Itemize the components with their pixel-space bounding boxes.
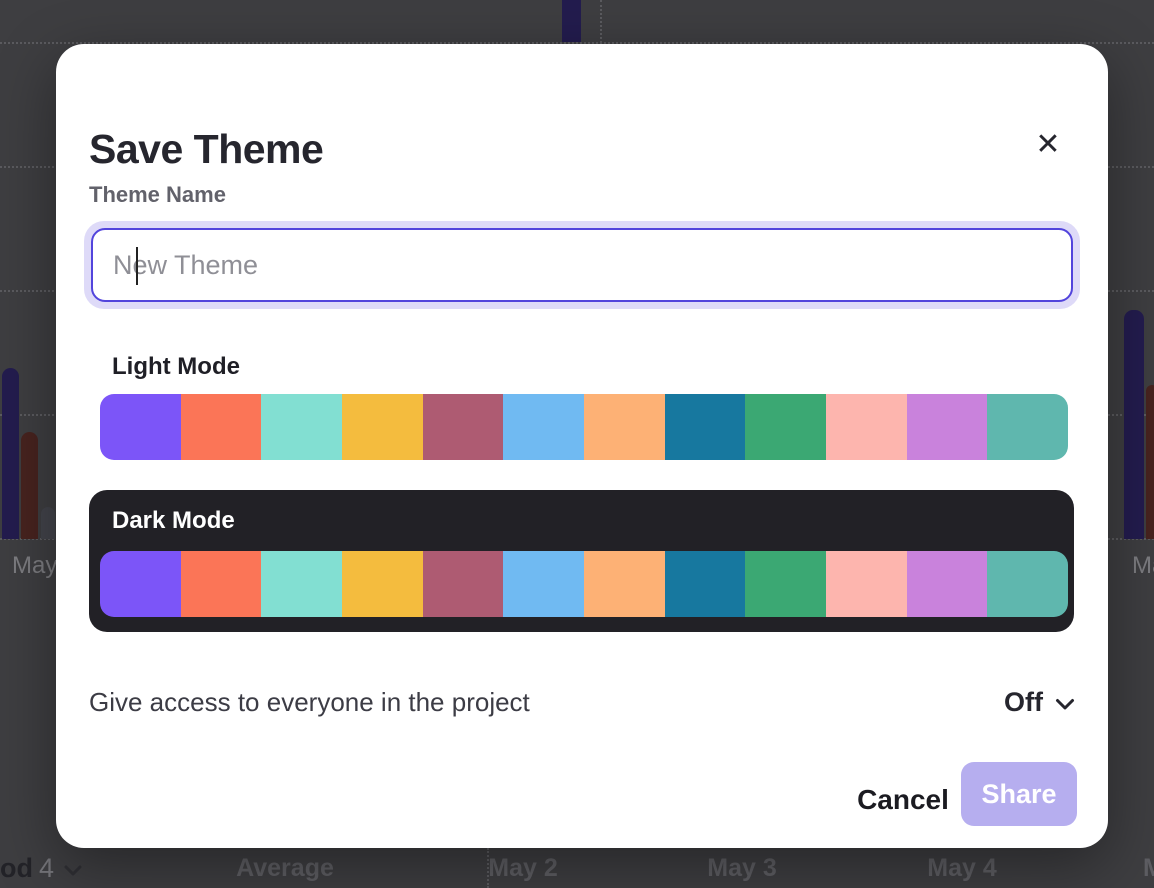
color-swatch <box>987 394 1068 460</box>
close-icon[interactable]: ✕ <box>1024 120 1072 168</box>
x-axis-label: Average <box>215 854 355 883</box>
color-swatch <box>181 394 262 460</box>
dark-mode-card[interactable]: Dark Mode <box>89 490 1074 632</box>
color-swatch <box>342 394 423 460</box>
color-swatch <box>100 394 181 460</box>
chart-bar <box>41 507 55 539</box>
color-swatch <box>665 551 746 617</box>
x-axis-label: May <box>12 552 57 580</box>
chevron-down-icon <box>64 865 82 877</box>
color-swatch <box>584 394 665 460</box>
color-swatch <box>342 551 423 617</box>
share-button[interactable]: Share <box>961 762 1077 826</box>
color-swatch <box>423 394 504 460</box>
text-caret <box>136 247 138 285</box>
color-swatch <box>261 394 342 460</box>
cancel-button[interactable]: Cancel <box>828 776 978 824</box>
color-swatch <box>503 394 584 460</box>
period-dropdown[interactable]: od4 <box>0 853 82 884</box>
color-swatch <box>826 394 907 460</box>
chart-bar <box>562 0 581 42</box>
access-value: Off <box>1004 687 1043 718</box>
color-swatch <box>826 551 907 617</box>
x-axis-label: May 4 <box>892 854 1032 883</box>
access-row: Give access to everyone in the project O… <box>89 680 1075 724</box>
color-swatch <box>181 551 262 617</box>
dark-mode-label: Dark Mode <box>112 507 235 535</box>
chart-gridline <box>600 0 602 43</box>
color-swatch <box>584 551 665 617</box>
dialog-title: Save Theme <box>89 126 323 173</box>
access-label: Give access to everyone in the project <box>89 687 530 718</box>
theme-name-focus-ring <box>84 221 1080 309</box>
x-axis-label: Ma <box>1132 552 1154 580</box>
theme-name-input[interactable] <box>91 228 1073 302</box>
color-swatch <box>665 394 746 460</box>
chart-bar <box>1124 310 1144 539</box>
x-axis-label: M <box>1143 854 1154 883</box>
save-theme-dialog: Save Theme ✕ Theme Name Light Mode Dark … <box>56 44 1108 848</box>
color-swatch <box>987 551 1068 617</box>
chevron-down-icon <box>1055 698 1075 711</box>
color-swatch <box>261 551 342 617</box>
theme-name-label: Theme Name <box>89 182 226 208</box>
dark-mode-palette[interactable] <box>100 551 1068 617</box>
color-swatch <box>503 551 584 617</box>
color-swatch <box>423 551 504 617</box>
color-swatch <box>745 394 826 460</box>
chart-bar <box>21 432 38 539</box>
period-label-partial: od4 <box>0 853 54 884</box>
x-axis-label: May 2 <box>453 854 593 883</box>
color-swatch <box>907 551 988 617</box>
chart-bar <box>1146 385 1154 539</box>
light-mode-palette[interactable] <box>100 394 1068 460</box>
color-swatch <box>100 551 181 617</box>
light-mode-label: Light Mode <box>112 353 240 381</box>
color-swatch <box>907 394 988 460</box>
chart-bar <box>2 368 19 539</box>
access-dropdown[interactable]: Off <box>1004 687 1075 718</box>
x-axis-label: May 3 <box>672 854 812 883</box>
color-swatch <box>745 551 826 617</box>
